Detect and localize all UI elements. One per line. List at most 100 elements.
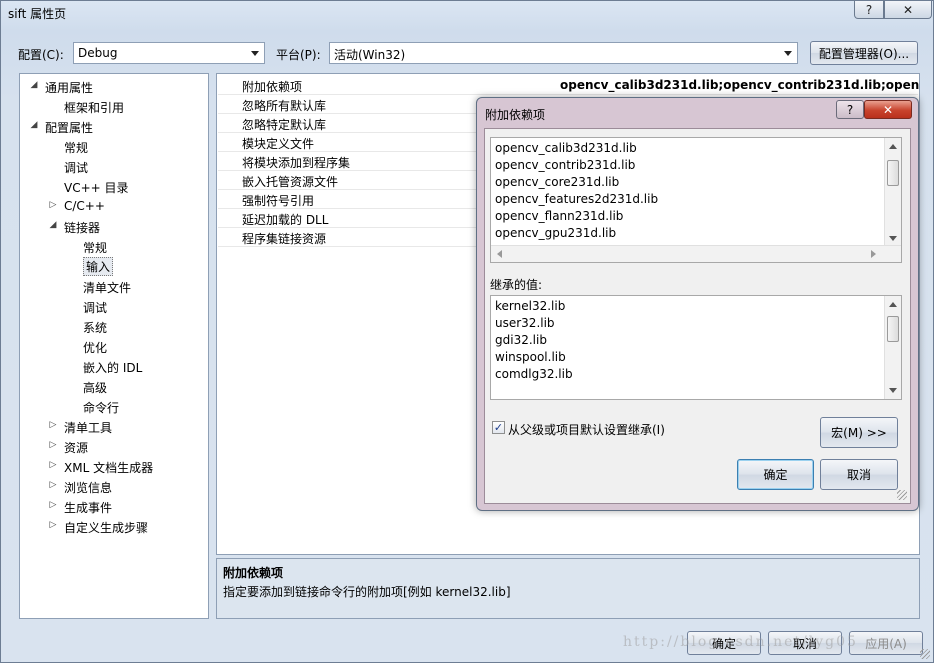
scroll-down-icon [889, 388, 897, 393]
inherited-value-item: kernel32.lib [495, 299, 566, 313]
tree-item[interactable]: 常规 [20, 137, 208, 157]
vertical-scrollbar[interactable] [884, 296, 901, 399]
tree-item[interactable]: ▷ 浏览信息 [20, 477, 208, 497]
additional-dependencies-dialog: 附加依赖项 ? ✕ opencv_calib3d231d.lib opencv_c… [476, 97, 919, 511]
property-name: 延迟加载的 DLL [242, 213, 329, 227]
tree-item-label: 调试 [64, 161, 89, 175]
dialog-close-button[interactable]: ✕ [864, 100, 912, 119]
tree-item[interactable]: 高级 [20, 377, 208, 397]
tree-item[interactable]: ▷ 自定义生成步骤 [20, 517, 208, 537]
scroll-up-icon [889, 144, 897, 149]
inherited-value-item: winspool.lib [495, 350, 566, 364]
chevron-down-icon [251, 51, 259, 56]
property-name: 忽略特定默认库 [242, 118, 327, 132]
tree-item[interactable]: 常规 [20, 237, 208, 257]
collapsed-icon[interactable]: ▷ [47, 440, 59, 450]
close-button[interactable]: ✕ [884, 1, 932, 19]
dependency-line: opencv_features2d231d.lib [495, 192, 659, 206]
tree-item-label: 优化 [83, 341, 108, 355]
property-row[interactable]: 附加依赖项 opencv_calib3d231d.lib;opencv_contr… [218, 76, 919, 95]
tree-item[interactable]: ◢ 通用属性 [20, 77, 208, 97]
scroll-right-icon [871, 250, 876, 258]
inherit-checkbox[interactable]: ✓ [492, 421, 505, 434]
tree-item-label: 常规 [64, 141, 89, 155]
dependency-line: opencv_gpu231d.lib [495, 226, 617, 240]
tree-item[interactable]: 框架和引用 [20, 97, 208, 117]
horizontal-scrollbar[interactable] [491, 245, 901, 262]
macro-button[interactable]: 宏(M) >> [820, 417, 898, 448]
tree-item-label: 清单工具 [64, 421, 113, 435]
dialog-ok-label: 确定 [763, 468, 788, 482]
tree-item[interactable]: 输入 [20, 257, 208, 277]
tree-item[interactable]: 嵌入的 IDL [20, 357, 208, 377]
tree-item-label: 高级 [83, 381, 108, 395]
help-button[interactable]: ? [854, 1, 884, 19]
tree-item[interactable]: ▷ 清单工具 [20, 417, 208, 437]
collapsed-icon[interactable]: ▷ [47, 460, 59, 470]
tree-item-label: 清单文件 [83, 281, 132, 295]
collapsed-icon[interactable]: ▷ [47, 480, 59, 490]
vertical-scrollbar[interactable] [884, 138, 901, 247]
close-icon: ✕ [902, 2, 914, 17]
dialog-resize-grip[interactable] [897, 490, 907, 500]
chevron-down-icon [784, 51, 792, 56]
dependencies-editor[interactable]: opencv_calib3d231d.lib opencv_contrib231d… [490, 137, 902, 263]
collapsed-icon[interactable]: ▷ [47, 200, 59, 210]
collapsed-icon[interactable]: ▷ [47, 520, 59, 530]
description-text: 指定要添加到链接命令行的附加项[例如 kernel32.lib] [223, 585, 511, 599]
property-name: 忽略所有默认库 [242, 99, 327, 113]
tree-item-label: 系统 [83, 321, 108, 335]
apply-button[interactable]: 应用(A) [849, 631, 923, 655]
tree-item-label: 浏览信息 [64, 481, 113, 495]
config-dropdown[interactable]: Debug [73, 42, 265, 64]
inherited-value-item: gdi32.lib [495, 333, 547, 347]
tree-item[interactable]: ▷ C/C++ [20, 197, 208, 217]
resize-grip[interactable] [920, 649, 930, 659]
expanded-icon[interactable]: ◢ [47, 220, 59, 230]
tree-item-label: 常规 [83, 241, 108, 255]
check-icon: ✓ [493, 421, 504, 434]
help-icon: ? [846, 102, 854, 117]
tree-item[interactable]: 命令行 [20, 397, 208, 417]
title-bar: sift 属性页 ? ✕ [1, 1, 933, 31]
collapsed-icon[interactable]: ▷ [47, 500, 59, 510]
tree-item[interactable]: 系统 [20, 317, 208, 337]
tree-item[interactable]: 清单文件 [20, 277, 208, 297]
dependency-line: opencv_calib3d231d.lib [495, 141, 637, 155]
dialog-body: opencv_calib3d231d.lib opencv_contrib231d… [484, 128, 911, 504]
tree-item-label: 生成事件 [64, 501, 113, 515]
expanded-icon[interactable]: ◢ [28, 120, 40, 130]
tree-item[interactable]: 调试 [20, 157, 208, 177]
scroll-up-icon [889, 302, 897, 307]
tree-item-label: 命令行 [83, 401, 120, 415]
tree-item[interactable]: ▷ XML 文档生成器 [20, 457, 208, 477]
scroll-thumb[interactable] [887, 316, 899, 342]
scroll-thumb[interactable] [887, 160, 899, 186]
dialog-cancel-label: 取消 [846, 468, 871, 482]
config-manager-button[interactable]: 配置管理器(O)... [810, 41, 918, 65]
tree-item[interactable]: ▷ 生成事件 [20, 497, 208, 517]
property-name: 程序集链接资源 [242, 232, 327, 246]
tree-item-label: 配置属性 [45, 121, 94, 135]
tree-item-label: 资源 [64, 441, 89, 455]
category-tree: ◢ 通用属性 框架和引用 ◢ 配置属性 常规 调试 VC++ 目录 ▷ C/C++ ◢ 链接器 常规 输入… [19, 73, 209, 619]
expanded-icon[interactable]: ◢ [28, 80, 40, 90]
platform-dropdown[interactable]: 活动(Win32) [329, 42, 798, 64]
tree-item[interactable]: ▷ 资源 [20, 437, 208, 457]
dialog-ok-button[interactable]: 确定 [737, 459, 814, 490]
dialog-cancel-button[interactable]: 取消 [820, 459, 898, 490]
collapsed-icon[interactable]: ▷ [47, 420, 59, 430]
tree-item[interactable]: 优化 [20, 337, 208, 357]
tree-item[interactable]: ◢ 配置属性 [20, 117, 208, 137]
macro-label: 宏(M) >> [831, 426, 887, 440]
tree-item[interactable]: VC++ 目录 [20, 177, 208, 197]
scroll-left-icon [497, 250, 502, 258]
apply-label: 应用(A) [865, 636, 907, 651]
inherited-values-list[interactable]: kernel32.lib user32.lib gdi32.lib winspool.… [490, 295, 902, 400]
tree-item[interactable]: 调试 [20, 297, 208, 317]
property-name: 附加依赖项 [242, 80, 303, 94]
inherited-value-item: user32.lib [495, 316, 555, 330]
tree-item[interactable]: ◢ 链接器 [20, 217, 208, 237]
tree-item-label: 嵌入的 IDL [83, 361, 143, 375]
dialog-help-button[interactable]: ? [836, 100, 864, 119]
